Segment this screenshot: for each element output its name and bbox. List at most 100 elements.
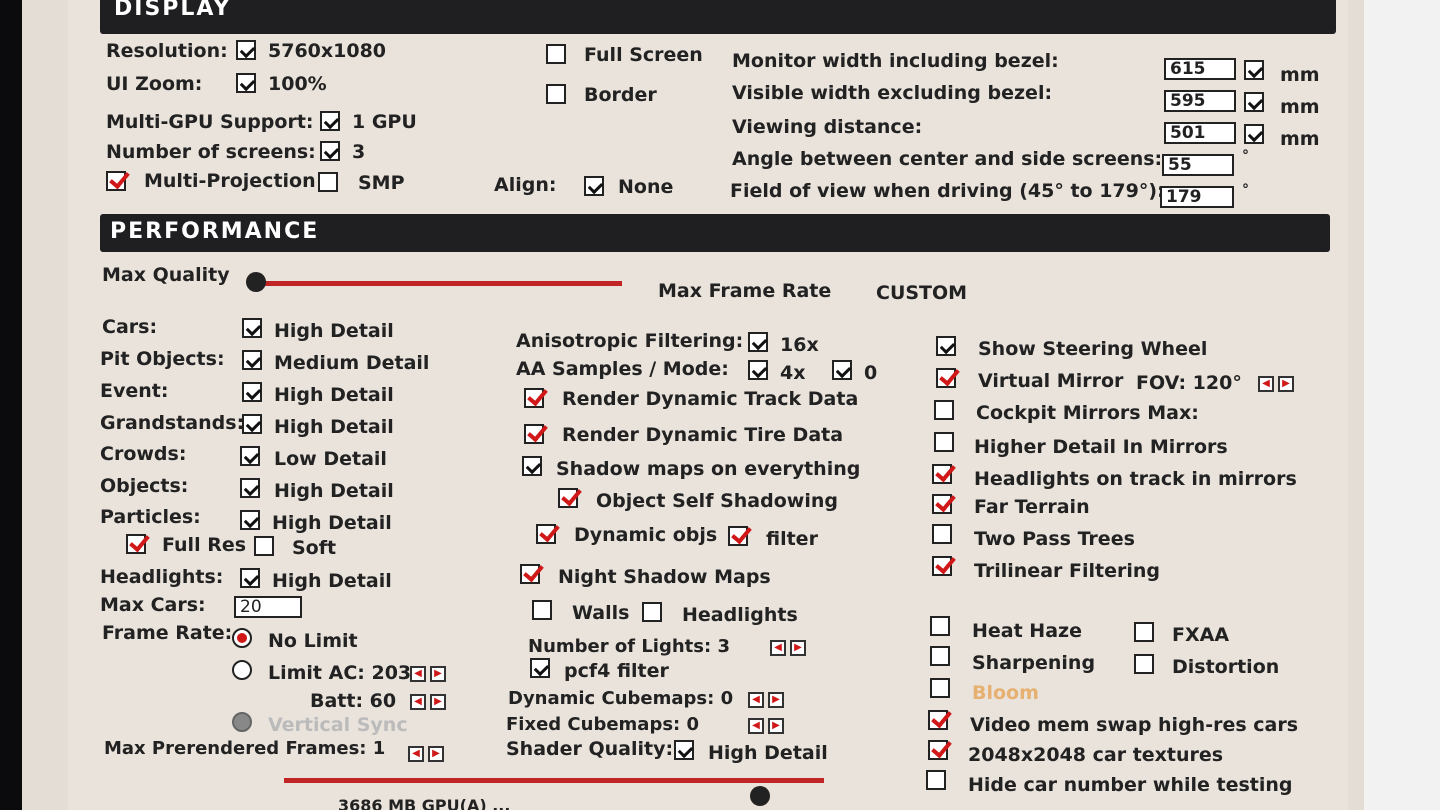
num-lights-increase-arrow-icon[interactable]: ▶ [790, 640, 806, 656]
textures-checkbox[interactable] [928, 740, 948, 760]
higher-detail-mirrors-label: Higher Detail In Mirrors [974, 436, 1228, 458]
fixed-cube-decrease-arrow-icon[interactable]: ◀ [748, 718, 764, 734]
resolution-label: Resolution: [106, 40, 228, 62]
sharpening-checkbox[interactable] [930, 646, 950, 666]
num-screens-dropdown[interactable] [320, 141, 340, 161]
headlights-mirrors-checkbox[interactable] [932, 464, 952, 484]
dyn-cube-increase-arrow-icon[interactable]: ▶ [768, 692, 784, 708]
smp-label: SMP [358, 172, 405, 194]
mirror-fov-decrease-arrow-icon[interactable]: ◀ [1258, 376, 1274, 392]
preset-label: CUSTOM [876, 282, 968, 304]
multi-gpu-dropdown[interactable] [320, 111, 340, 131]
bottom-slider-track[interactable] [284, 778, 824, 783]
dyn-cube-decrease-arrow-icon[interactable]: ◀ [748, 692, 764, 708]
no-limit-radio[interactable] [232, 628, 252, 648]
aniso-dropdown[interactable] [748, 332, 768, 352]
self-shadow-checkbox[interactable] [558, 488, 578, 508]
bloom-checkbox[interactable] [930, 678, 950, 698]
night-shadow-checkbox[interactable] [520, 564, 540, 584]
crowds-dropdown[interactable] [240, 446, 260, 466]
heat-haze-checkbox[interactable] [930, 616, 950, 636]
limit-ac-decrease-arrow-icon[interactable]: ◀ [410, 666, 426, 682]
cockpit-mirrors-checkbox[interactable] [934, 400, 954, 420]
shader-dropdown[interactable] [674, 740, 694, 760]
virtual-mirror-checkbox[interactable] [936, 368, 956, 388]
cars-label: Cars: [102, 316, 158, 338]
grandstands-label: Grandstands: [100, 412, 245, 434]
prerendered-increase-arrow-icon[interactable]: ▶ [428, 746, 444, 762]
pcf4-dropdown[interactable] [530, 658, 550, 678]
display-header: DISPLAY [114, 0, 232, 21]
far-terrain-checkbox[interactable] [932, 494, 952, 514]
visible-width-unit: mm [1280, 96, 1320, 118]
aa-samples-dropdown[interactable] [748, 360, 768, 380]
full-screen-checkbox[interactable] [546, 44, 566, 64]
shadow-maps-dropdown[interactable] [522, 456, 542, 476]
headlights-label: Headlights: [100, 566, 224, 588]
viewing-distance-label: Viewing distance: [732, 116, 923, 138]
shader-label: Shader Quality: [506, 738, 674, 760]
visible-width-unit-dropdown[interactable] [1244, 92, 1264, 112]
resolution-dropdown[interactable] [236, 40, 256, 60]
objects-dropdown[interactable] [240, 478, 260, 498]
multi-projection-checkbox[interactable] [106, 171, 126, 191]
max-cars-input[interactable]: 20 [234, 596, 302, 618]
viewing-distance-input[interactable]: 501 [1164, 122, 1236, 144]
steering-dropdown[interactable] [936, 336, 956, 356]
smp-checkbox[interactable] [318, 172, 338, 192]
two-pass-checkbox[interactable] [932, 524, 952, 544]
visible-width-input[interactable]: 595 [1164, 90, 1236, 112]
pit-objects-dropdown[interactable] [242, 350, 262, 370]
dyn-objs-checkbox[interactable] [536, 524, 556, 544]
dyn-track-checkbox[interactable] [524, 388, 544, 408]
far-terrain-label: Far Terrain [974, 496, 1090, 518]
headlights-dropdown[interactable] [240, 568, 260, 588]
ui-zoom-dropdown[interactable] [236, 73, 256, 93]
batt-decrease-arrow-icon[interactable]: ◀ [410, 694, 426, 710]
monitor-width-unit: mm [1280, 64, 1320, 86]
mirror-fov-increase-arrow-icon[interactable]: ▶ [1278, 376, 1294, 392]
full-res-checkbox[interactable] [126, 534, 146, 554]
walls-checkbox[interactable] [532, 600, 552, 620]
quality-slider-knob[interactable] [246, 272, 266, 292]
batt-increase-arrow-icon[interactable]: ▶ [430, 694, 446, 710]
quality-slider-track[interactable] [252, 281, 622, 286]
num-lights-decrease-arrow-icon[interactable]: ◀ [770, 640, 786, 656]
walls-label: Walls [572, 602, 630, 624]
event-dropdown[interactable] [242, 382, 262, 402]
limit-ac-increase-arrow-icon[interactable]: ▶ [430, 666, 446, 682]
filter-label: filter [766, 528, 818, 550]
fixed-cube-increase-arrow-icon[interactable]: ▶ [768, 718, 784, 734]
monitor-width-unit-dropdown[interactable] [1244, 60, 1264, 80]
particles-dropdown[interactable] [240, 510, 260, 530]
trilinear-checkbox[interactable] [932, 556, 952, 576]
video-mem-checkbox[interactable] [928, 710, 948, 730]
dyn-tire-checkbox[interactable] [524, 424, 544, 444]
aa-mode-dropdown[interactable] [832, 360, 852, 380]
particles-value: High Detail [272, 512, 392, 534]
border-checkbox[interactable] [546, 84, 566, 104]
pit-objects-label: Pit Objects: [100, 348, 225, 370]
monitor-bezel-right [1364, 0, 1440, 810]
vsync-radio[interactable] [232, 712, 252, 732]
limit-ac-radio[interactable] [232, 660, 252, 680]
prerendered-decrease-arrow-icon[interactable]: ◀ [408, 746, 424, 762]
performance-header-bar: PERFORMANCE [100, 214, 1330, 252]
grandstands-dropdown[interactable] [242, 414, 262, 434]
angle-input[interactable]: 55 [1162, 154, 1234, 176]
filter-checkbox[interactable] [728, 526, 748, 546]
cars-dropdown[interactable] [242, 318, 262, 338]
higher-detail-mirrors-checkbox[interactable] [934, 432, 954, 452]
monitor-width-input[interactable]: 615 [1164, 58, 1236, 80]
fov-input[interactable]: 179 [1160, 186, 1234, 208]
soft-checkbox[interactable] [254, 536, 274, 556]
night-headlights-checkbox[interactable] [642, 602, 662, 622]
fxaa-checkbox[interactable] [1134, 622, 1154, 642]
num-screens-label: Number of screens: [106, 141, 316, 163]
distortion-checkbox[interactable] [1134, 654, 1154, 674]
hide-number-checkbox[interactable] [926, 770, 946, 790]
viewing-distance-unit-dropdown[interactable] [1244, 124, 1264, 144]
max-quality-label: Max Quality [102, 264, 230, 286]
bottom-slider-knob[interactable] [750, 786, 770, 806]
align-dropdown[interactable] [584, 176, 604, 196]
